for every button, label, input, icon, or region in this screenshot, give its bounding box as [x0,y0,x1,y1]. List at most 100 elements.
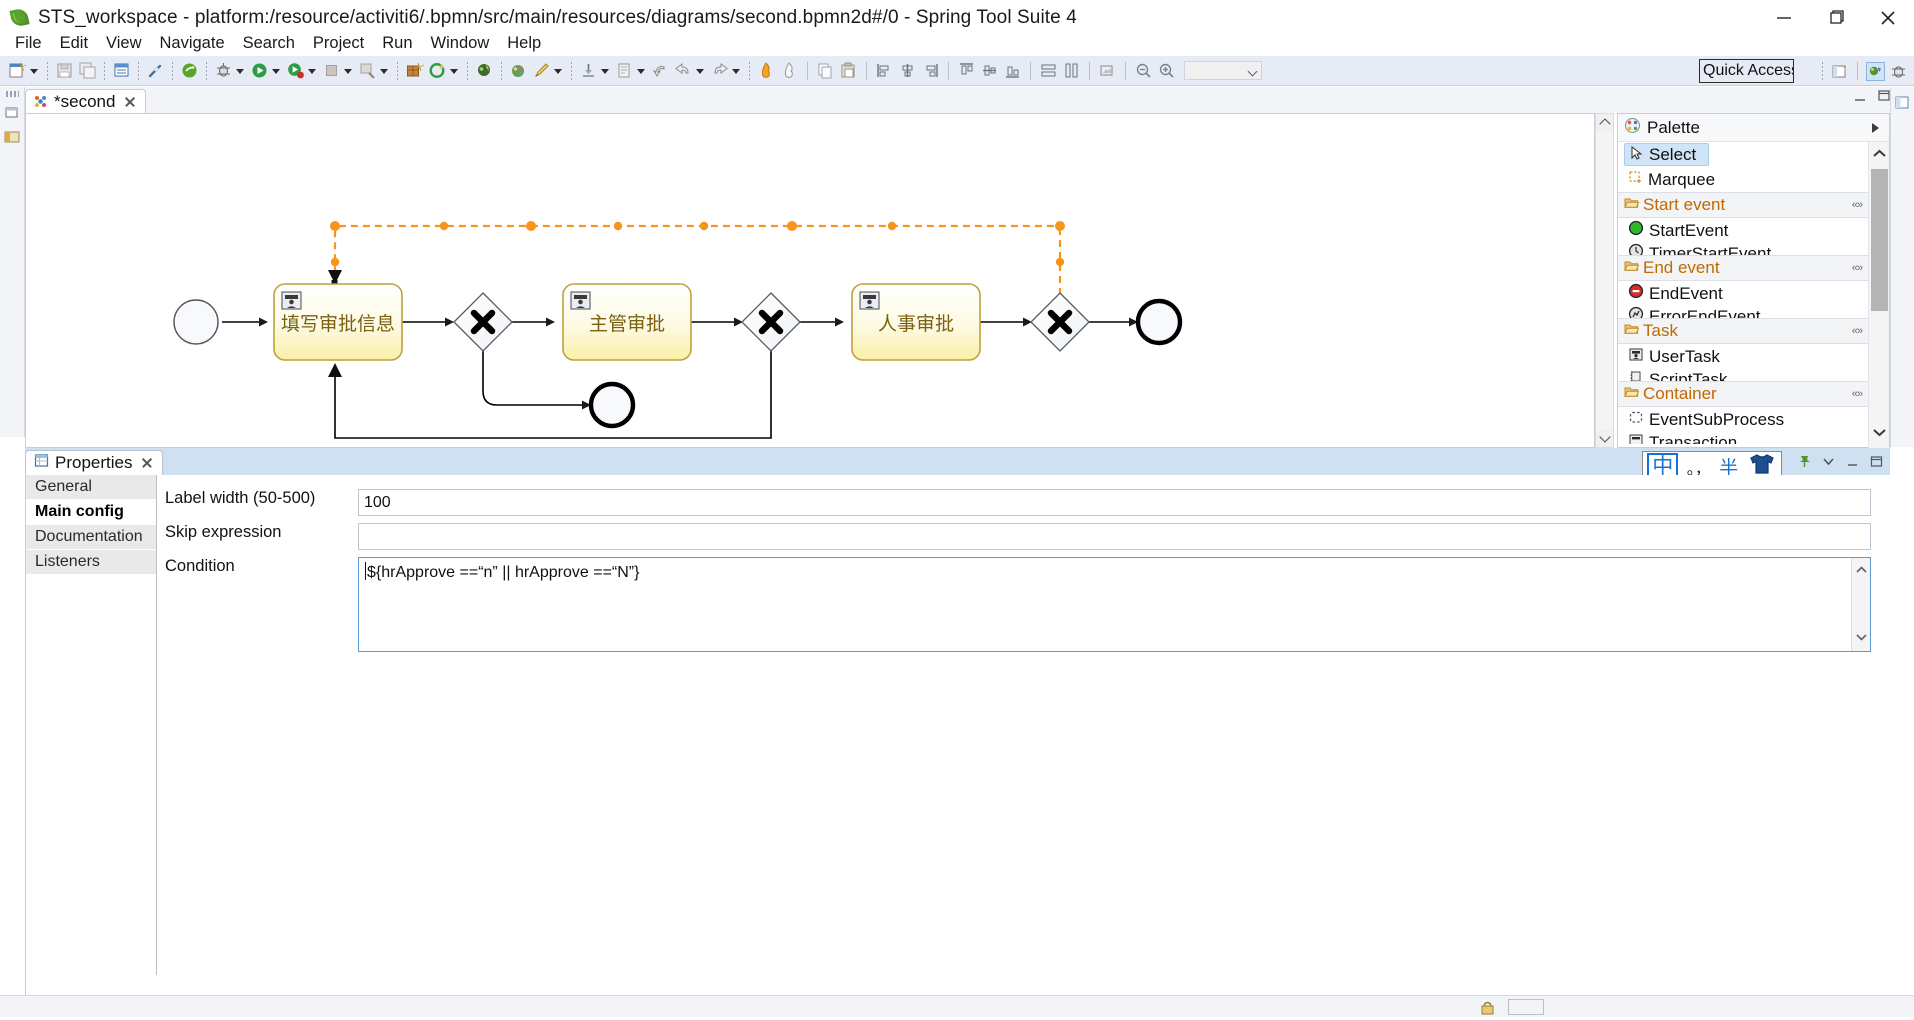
quick-access-input[interactable]: Quick Access [1699,59,1794,83]
chevron-up-icon[interactable] [1596,114,1613,131]
properties-tab-main-config[interactable]: Main config [26,500,156,525]
bpmn-node-user-task-3[interactable]: 人事审批 [852,284,980,360]
pencil-dropdown-arrow-icon[interactable] [553,59,564,83]
fire-icon[interactable] [757,61,776,80]
condition-scrollbar[interactable] [1851,558,1870,651]
package-explorer-icon[interactable] [3,128,22,147]
collapse-icon[interactable]: «» [1852,325,1862,337]
bpmn-flow-gw2-to-task1[interactable] [328,351,771,438]
skip-expression-input[interactable] [358,523,1871,550]
bpmn-node-end-event-1[interactable] [1138,301,1180,343]
align-middle-icon[interactable] [980,61,999,80]
refresh-dropdown-arrow-icon[interactable] [449,59,460,83]
redo-icon[interactable] [710,61,729,80]
java-perspective-icon[interactable] [1866,62,1885,81]
menu-navigate[interactable]: Navigate [151,32,234,55]
bpmn-editor-canvas[interactable]: 填写审批信息 主管审批 [25,113,1595,448]
run-dropdown-arrow-icon[interactable] [271,59,282,83]
palette-item-scripttask[interactable]: ScriptTask [1618,369,1870,381]
paste-icon[interactable] [839,61,858,80]
properties-tab-listeners[interactable]: Listeners [26,550,156,575]
menu-edit[interactable]: Edit [51,32,97,55]
outline-view-icon[interactable] [1893,93,1912,112]
new-file-icon[interactable] [112,61,131,80]
close-icon[interactable] [123,95,137,109]
palette-tool-select[interactable]: Select [1618,142,1870,167]
align-bottom-icon[interactable] [1003,61,1022,80]
palette-item-timerstartevent[interactable]: TimerStartEvent [1618,243,1870,255]
minimize-view-icon[interactable] [1845,455,1860,473]
align-left-icon[interactable] [875,61,894,80]
palette-item-endevent[interactable]: EndEvent [1618,281,1870,306]
match-width-icon[interactable] [1039,61,1058,80]
undo-dropdown-arrow-icon[interactable] [695,59,706,83]
save-icon[interactable] [55,61,74,80]
palette-item-errorendevent[interactable]: ErrorEndEvent [1618,306,1870,318]
close-icon[interactable] [140,456,154,470]
download-icon[interactable] [579,61,598,80]
chevron-down-icon[interactable] [1872,425,1887,443]
terminate-dropdown-arrow-icon[interactable] [343,59,354,83]
bpmn-node-exclusive-gateway-3[interactable] [1031,293,1089,351]
run-boot-dropdown-arrow-icon[interactable] [307,59,318,83]
align-top-icon[interactable] [957,61,976,80]
debug-icon[interactable] [214,61,233,80]
properties-tab-general[interactable]: General [26,475,156,500]
menu-window[interactable]: Window [422,32,499,55]
annotate-dropdown-arrow-icon[interactable] [636,59,647,83]
align-right-icon[interactable] [921,61,940,80]
redo-dropdown-arrow-icon[interactable] [731,59,742,83]
pencil-icon[interactable] [532,61,551,80]
palette-group-start-event[interactable]: Start event «» [1618,192,1870,218]
undo-icon[interactable] [674,61,693,80]
palette-scroll-thumb[interactable] [1871,169,1888,311]
palette-item-usertask[interactable]: UserTask [1618,344,1870,369]
new-package-icon[interactable] [405,61,424,80]
bpmn-node-exclusive-gateway-2[interactable] [742,293,800,351]
bpmn-node-start-event[interactable] [174,300,218,344]
colors-icon[interactable] [509,61,528,80]
menu-run[interactable]: Run [373,32,421,55]
debug-dropdown-arrow-icon[interactable] [235,59,246,83]
annotate-icon[interactable] [615,61,634,80]
match-height-icon[interactable] [1062,61,1081,80]
align-center-icon[interactable] [898,61,917,80]
maximize-view-icon[interactable] [1876,89,1892,108]
editor-tab-second[interactable]: *second [25,89,146,114]
run-icon[interactable] [250,61,269,80]
minimize-view-icon[interactable] [1852,89,1868,108]
refresh-icon[interactable] [428,61,447,80]
editor-vertical-scrollbar[interactable] [1595,113,1614,448]
menu-project[interactable]: Project [304,32,373,55]
copy-icon[interactable] [816,61,835,80]
zoom-out-icon[interactable] [1134,61,1153,80]
zoom-level-combo[interactable] [1184,61,1262,80]
download-dropdown-arrow-icon[interactable] [600,59,611,83]
ghost-icon[interactable] [780,61,799,80]
new-wizard-icon[interactable] [8,61,27,80]
menu-help[interactable]: Help [498,32,550,55]
menu-file[interactable]: File [6,32,51,55]
spring-boot-icon[interactable] [180,61,199,80]
chevron-down-icon[interactable] [1596,430,1613,447]
rail-grip-icon[interactable] [6,91,19,97]
terminate-icon[interactable] [322,61,341,80]
palette-group-end-event[interactable]: End event «» [1618,255,1870,281]
bpmn-node-end-event-2[interactable] [591,384,633,426]
external-tools-dropdown-arrow-icon[interactable] [379,59,390,83]
menu-view[interactable]: View [97,32,150,55]
restore-view-icon[interactable] [3,103,22,122]
collapse-icon[interactable]: «» [1852,262,1862,274]
perspective-open-icon[interactable] [1830,62,1849,81]
palette-scrollbar[interactable] [1868,142,1889,448]
back-step-icon[interactable] [651,61,670,80]
condition-textarea[interactable]: ${hrApprove ==“n” || hrApprove ==“N”} [358,557,1871,652]
bpmn-node-user-task-2[interactable]: 主管审批 [563,284,691,360]
palette-tool-marquee[interactable]: Marquee [1618,167,1870,192]
export-image-icon[interactable] [1098,61,1117,80]
collapse-icon[interactable]: «» [1852,199,1862,211]
label-width-input[interactable]: 100 [358,489,1871,516]
palette-item-transaction[interactable]: Transaction [1618,432,1870,444]
properties-tab-documentation[interactable]: Documentation [26,525,156,550]
palette-group-task[interactable]: Task «» [1618,318,1870,344]
